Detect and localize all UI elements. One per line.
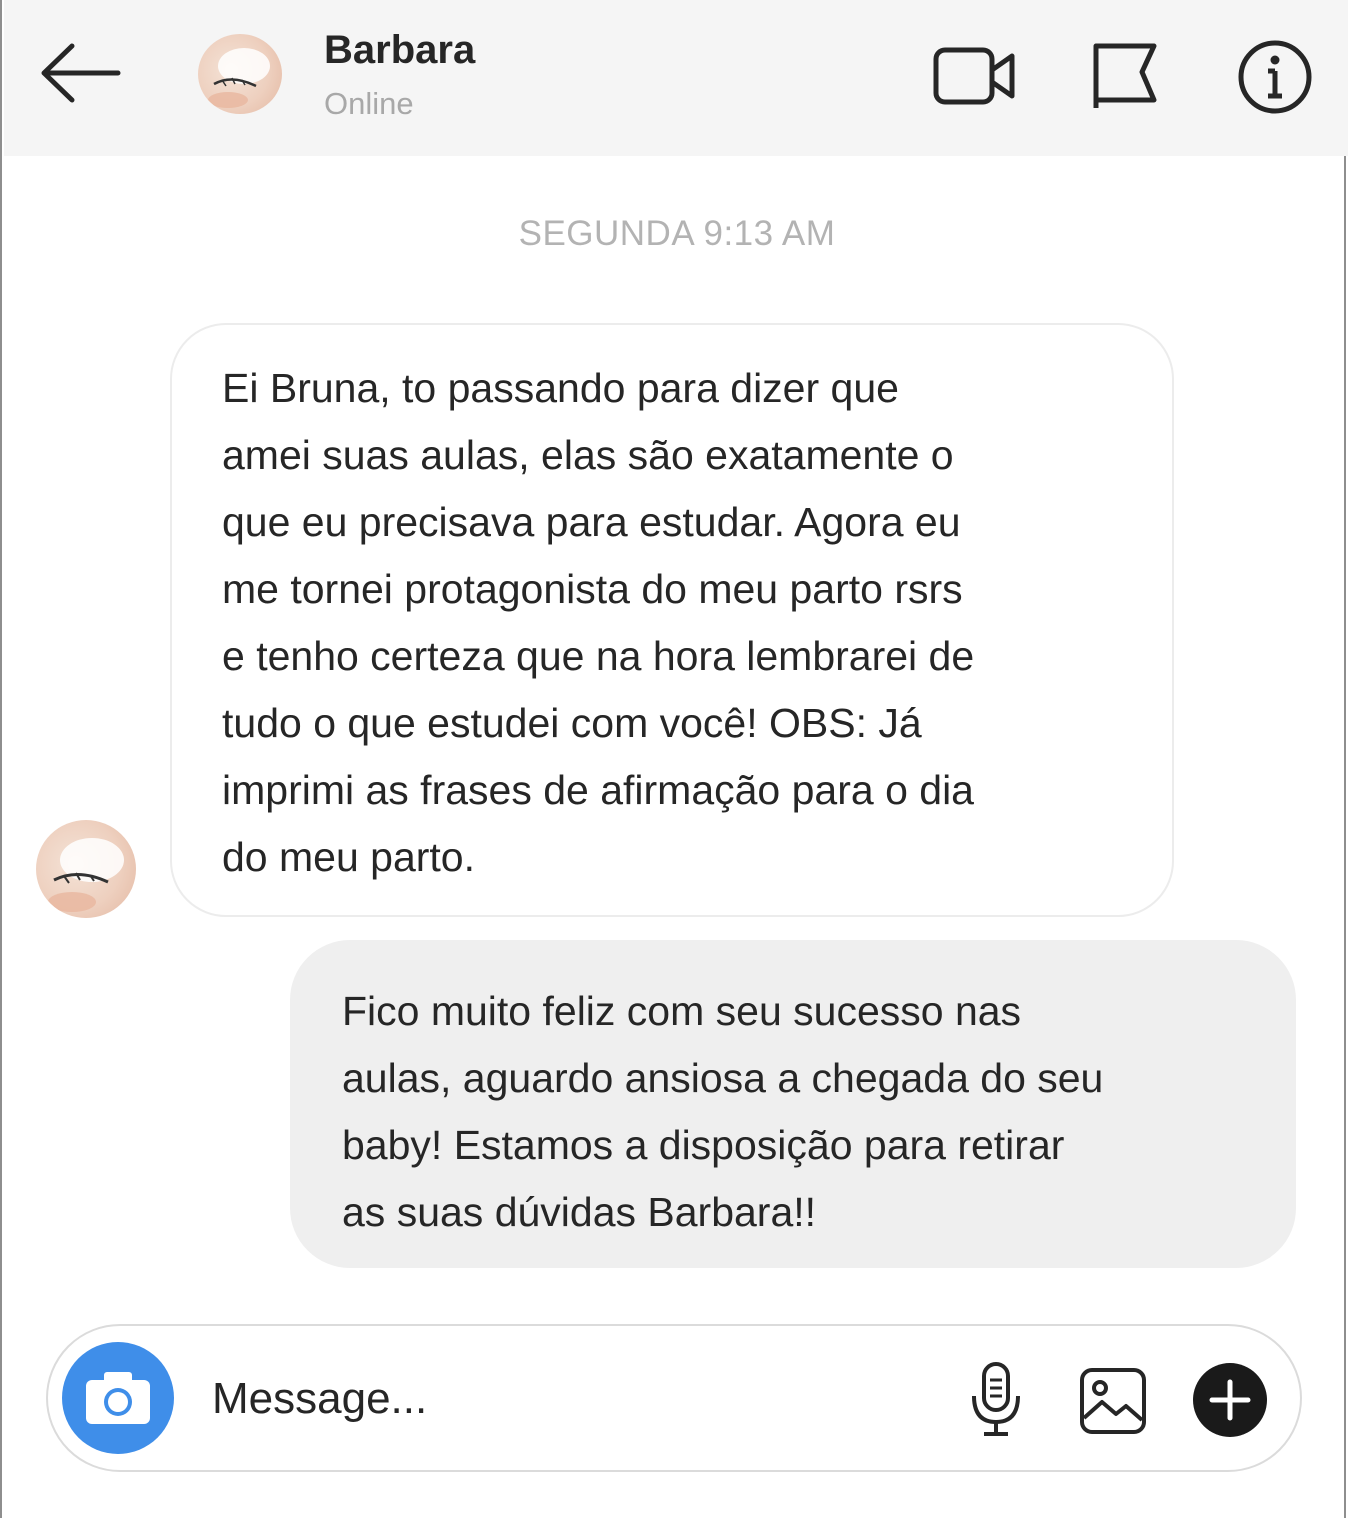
chat-header: Barbara Online: [4, 0, 1348, 156]
flag-icon: [1093, 43, 1157, 108]
image-icon: [1080, 1368, 1146, 1434]
microphone-icon: [972, 1362, 1020, 1436]
info-button[interactable]: [1236, 38, 1314, 116]
camera-button[interactable]: [62, 1342, 174, 1454]
message-composer: [46, 1324, 1302, 1472]
gallery-button[interactable]: [1078, 1366, 1148, 1436]
info-icon: [1238, 40, 1312, 114]
message-timestamp: SEGUNDA 9:13 AM: [518, 214, 836, 253]
sender-avatar[interactable]: [36, 820, 136, 918]
avatar[interactable]: [198, 34, 282, 114]
contact-name[interactable]: Barbara: [324, 28, 475, 73]
more-options-button[interactable]: [1192, 1362, 1268, 1438]
camera-icon: [86, 1372, 150, 1424]
incoming-message[interactable]: Ei Bruna, to passando para dizer que ame…: [170, 323, 1174, 917]
voice-message-button[interactable]: [966, 1360, 1026, 1440]
message-input[interactable]: [212, 1362, 932, 1436]
avatar-photo: [48, 838, 124, 912]
report-button[interactable]: [1088, 38, 1162, 112]
outgoing-message[interactable]: Fico muito feliz com seu sucesso nas aul…: [290, 940, 1296, 1268]
back-button[interactable]: [38, 40, 122, 106]
chat-window: Barbara Online SEGUNDA 9:13 AM Ei Bruna,…: [0, 0, 1348, 1518]
video-camera-icon: [933, 47, 1015, 105]
plus-icon: [1193, 1363, 1267, 1437]
video-call-button[interactable]: [932, 40, 1018, 110]
contact-status: Online: [324, 86, 414, 121]
back-arrow-icon: [41, 43, 121, 103]
avatar-photo: [208, 48, 270, 108]
